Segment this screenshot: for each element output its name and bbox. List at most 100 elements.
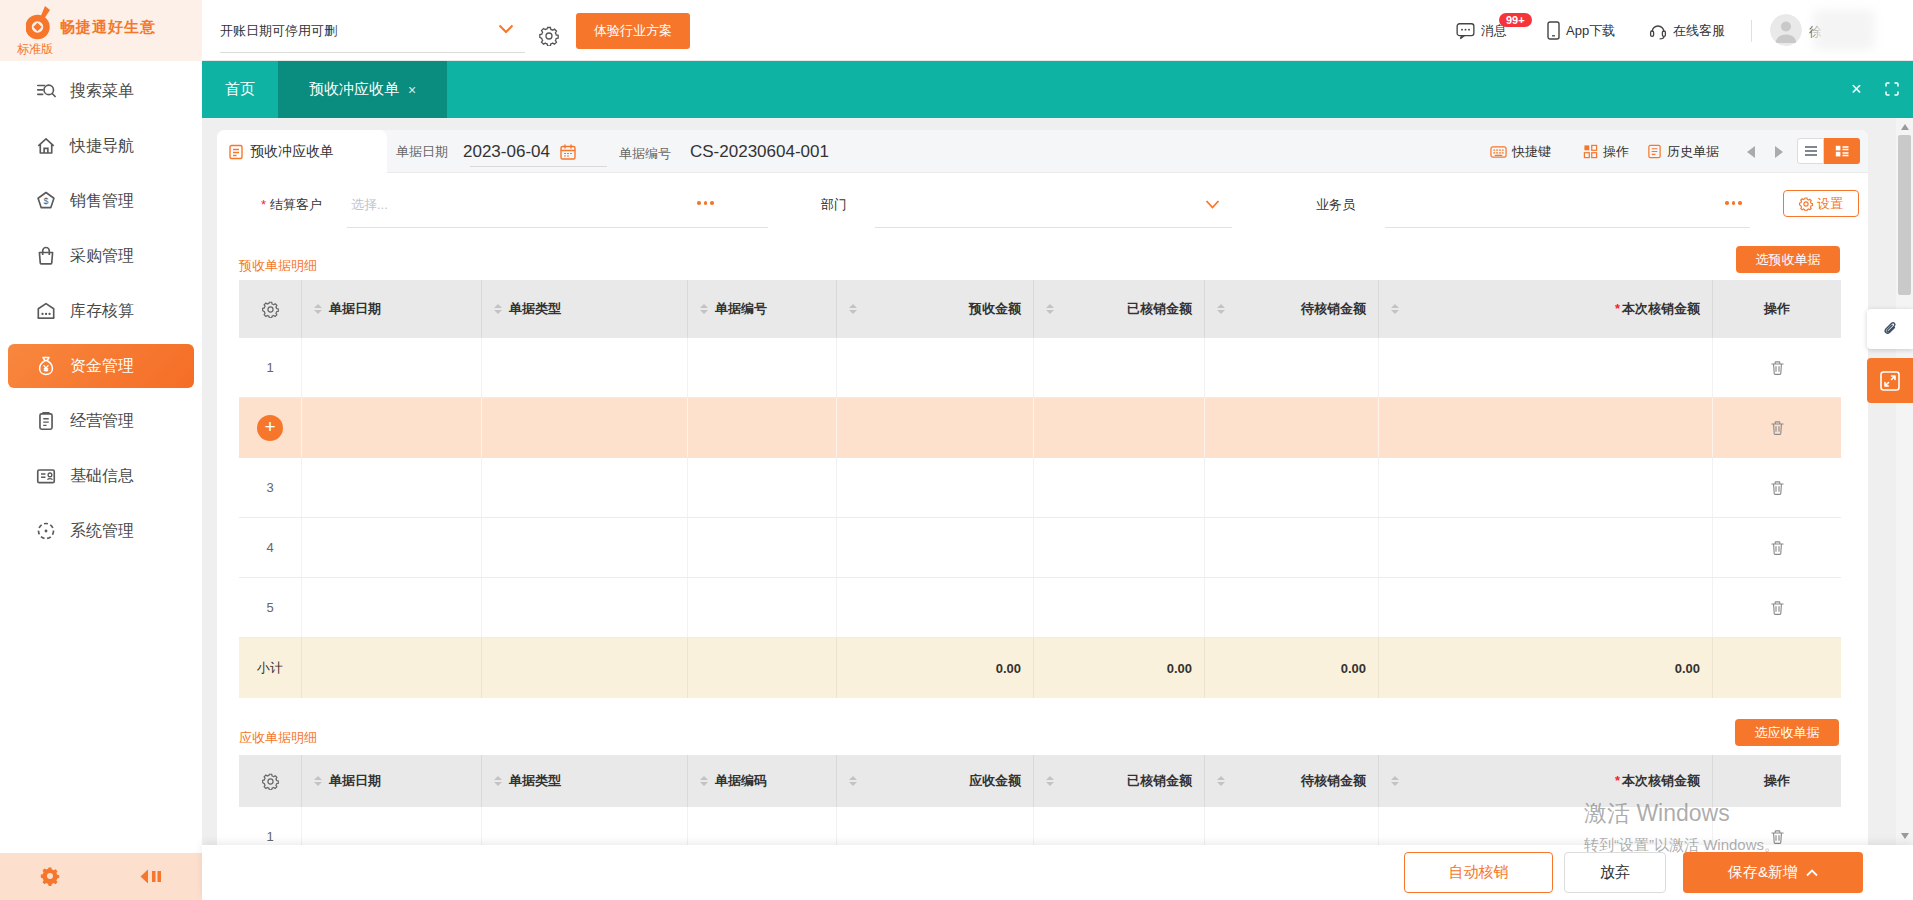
next-doc-icon[interactable] — [1775, 146, 1783, 158]
scrollbar-thumb[interactable] — [1898, 135, 1911, 295]
table-cell[interactable] — [482, 458, 688, 517]
table-cell[interactable] — [302, 518, 482, 577]
scroll-up-icon[interactable] — [1901, 124, 1909, 130]
sort-icon[interactable] — [849, 776, 857, 786]
messages-item[interactable]: 消息 — [1456, 0, 1507, 61]
topbar-settings-icon[interactable] — [539, 26, 559, 46]
table-cell[interactable] — [688, 338, 837, 397]
salesman-more-icon[interactable] — [1725, 201, 1742, 205]
period-select[interactable]: 开账日期可停用可删 — [220, 0, 525, 53]
sidebar-item-system[interactable]: 系统管理 — [8, 509, 194, 553]
table-cell[interactable] — [837, 578, 1034, 637]
avatar[interactable] — [1770, 14, 1802, 46]
table-cell[interactable] — [302, 398, 482, 457]
save-and-new-button[interactable]: 保存&新增 — [1683, 852, 1863, 893]
table-cell[interactable] — [688, 458, 837, 517]
column-settings-icon[interactable] — [262, 301, 279, 318]
form-title-tab[interactable]: 预收冲应收单 — [217, 130, 387, 174]
table-cell[interactable] — [837, 518, 1034, 577]
sort-icon[interactable] — [494, 776, 502, 786]
close-all-icon[interactable]: × — [1851, 78, 1862, 100]
department-dropdown-icon[interactable] — [1205, 200, 1220, 209]
trial-plan-button[interactable]: 体验行业方案 — [576, 13, 690, 49]
table-cell[interactable] — [837, 458, 1034, 517]
table-cell[interactable] — [837, 398, 1034, 457]
delete-row-icon[interactable] — [1770, 480, 1785, 496]
table-cell[interactable] — [1034, 578, 1205, 637]
add-row-button[interactable]: + — [257, 415, 283, 441]
select-prepay-button[interactable]: 选预收单据 — [1736, 246, 1840, 273]
auto-writeoff-button[interactable]: 自动核销 — [1404, 852, 1553, 893]
sort-icon[interactable] — [1217, 304, 1225, 314]
fullscreen-float-button[interactable] — [1867, 358, 1913, 403]
calendar-icon[interactable] — [559, 143, 577, 161]
delete-row-icon[interactable] — [1770, 360, 1785, 376]
sidebar-item-quick-nav[interactable]: 快捷导航 — [8, 124, 194, 168]
prev-doc-icon[interactable] — [1747, 146, 1755, 158]
column-header[interactable]: *本次核销金额 — [1379, 280, 1713, 338]
history-button[interactable]: 历史单据 — [1647, 130, 1719, 173]
sidebar-item-base-info[interactable]: 基础信息 — [8, 454, 194, 498]
table-cell[interactable] — [1205, 578, 1379, 637]
column-header[interactable]: 待核销金额 — [1205, 280, 1379, 338]
sort-icon[interactable] — [700, 304, 708, 314]
table-cell[interactable] — [482, 398, 688, 457]
sidebar-item-search-menu[interactable]: 搜索菜单 — [8, 69, 194, 113]
shortcut-keys-button[interactable]: 快捷键 — [1490, 130, 1551, 173]
table-cell[interactable] — [1205, 398, 1379, 457]
scrollbar[interactable] — [1896, 118, 1913, 845]
table-cell[interactable] — [302, 458, 482, 517]
sort-icon[interactable] — [849, 304, 857, 314]
delete-row-icon[interactable] — [1770, 829, 1785, 845]
sort-icon[interactable] — [700, 776, 708, 786]
table-cell[interactable] — [302, 338, 482, 397]
column-settings-cell[interactable] — [239, 755, 302, 807]
table-cell[interactable] — [1034, 518, 1205, 577]
column-header[interactable]: 单据类型 — [482, 280, 688, 338]
table-cell[interactable] — [688, 398, 837, 457]
column-header[interactable]: 已核销金额 — [1034, 755, 1205, 807]
sort-icon[interactable] — [314, 776, 322, 786]
table-cell[interactable] — [1379, 458, 1713, 517]
table-cell[interactable] — [1205, 458, 1379, 517]
table-cell[interactable] — [1379, 578, 1713, 637]
column-settings-cell[interactable] — [239, 280, 302, 338]
column-header[interactable]: 单据编码 — [688, 755, 837, 807]
table-cell[interactable] — [837, 338, 1034, 397]
tab-current[interactable]: 预收冲应收单 × — [278, 61, 447, 118]
table-cell[interactable] — [302, 578, 482, 637]
column-header[interactable]: 应收金额 — [837, 755, 1034, 807]
column-header[interactable]: 单据编号 — [688, 280, 837, 338]
online-service-item[interactable]: 在线客服 — [1649, 0, 1725, 61]
sort-icon[interactable] — [1391, 776, 1399, 786]
attachment-float-button[interactable] — [1867, 309, 1913, 349]
doc-date-value[interactable]: 2023-06-04 — [463, 142, 550, 162]
table-cell[interactable] — [1205, 518, 1379, 577]
sort-icon[interactable] — [314, 304, 322, 314]
detail-view-button[interactable] — [1824, 138, 1860, 164]
discard-button[interactable]: 放弃 — [1564, 852, 1666, 893]
settings-button[interactable]: 设置 — [1783, 190, 1859, 217]
tab-home[interactable]: 首页 — [202, 61, 278, 118]
column-header[interactable]: 操作 — [1713, 280, 1841, 338]
table-cell[interactable] — [688, 518, 837, 577]
scroll-down-icon[interactable] — [1901, 833, 1909, 839]
delete-row-icon[interactable] — [1770, 600, 1785, 616]
expand-icon[interactable] — [1884, 81, 1900, 97]
delete-row-icon[interactable] — [1770, 420, 1785, 436]
table-cell[interactable] — [1034, 458, 1205, 517]
column-header[interactable]: 待核销金额 — [1205, 755, 1379, 807]
sidebar-item-sales[interactable]: $销售管理 — [8, 179, 194, 223]
customer-more-icon[interactable] — [697, 201, 714, 205]
table-cell[interactable] — [1379, 338, 1713, 397]
column-header[interactable]: 已核销金额 — [1034, 280, 1205, 338]
table-cell[interactable] — [1379, 398, 1713, 457]
sort-icon[interactable] — [1391, 304, 1399, 314]
sidebar-item-purchase[interactable]: 采购管理 — [8, 234, 194, 278]
select-receivable-button[interactable]: 选应收单据 — [1735, 719, 1839, 746]
column-header[interactable]: 单据类型 — [482, 755, 688, 807]
table-cell[interactable] — [688, 578, 837, 637]
table-cell[interactable] — [482, 518, 688, 577]
column-header[interactable]: 单据日期 — [302, 755, 482, 807]
table-cell[interactable] — [482, 578, 688, 637]
